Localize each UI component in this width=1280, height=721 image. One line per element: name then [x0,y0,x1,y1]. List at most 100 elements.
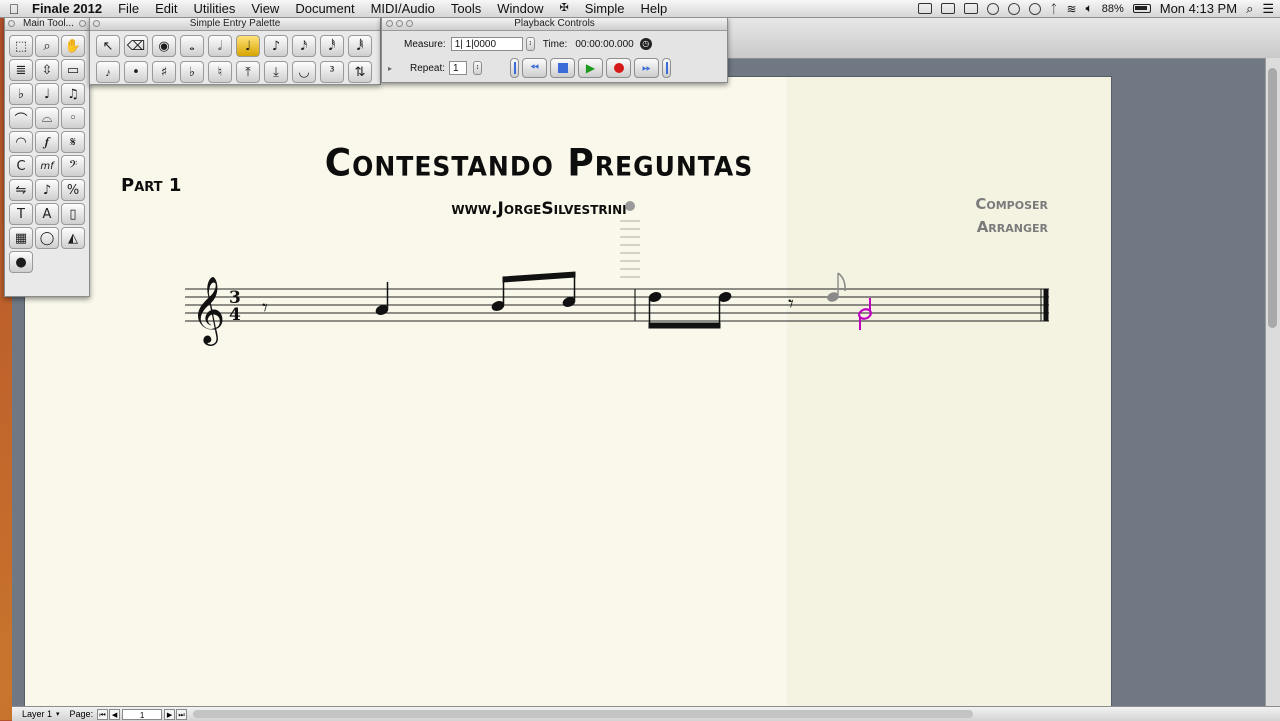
smart-shape-button[interactable]: ⌓ [35,107,59,129]
flat-button[interactable]: ♭ [180,61,204,83]
menu-clock[interactable]: Mon 4:13 PM [1160,1,1237,16]
tuplet-tool-button[interactable]: ⌒ [9,107,33,129]
app-status-icon[interactable] [964,3,979,14]
tuplet-button[interactable]: ³ [320,61,344,83]
selected-note[interactable] [858,298,872,330]
eighth-note-tool-button[interactable]: ♫ [61,83,85,105]
horizontal-scrollbar[interactable] [193,710,974,718]
chord-tool-button[interactable]: C [9,155,33,177]
natural-button[interactable]: ♮ [208,61,232,83]
percent-tool-button[interactable]: % [61,179,85,201]
mf-expression-button[interactable]: mf [35,155,59,177]
music-staff[interactable]: 𝄞 3 4 𝄾 𝄾 [25,77,1113,721]
repeat-stepper[interactable]: ↕ [473,61,483,75]
plugin-tool-button[interactable]: ● [9,251,33,273]
score-page[interactable]: Contestando Preguntas www.JorgeSilvestri… [24,76,1112,720]
dot-button[interactable]: • [124,61,148,83]
treble-clef[interactable]: 𝄞 [191,275,225,346]
layer-popup-chevron-icon[interactable]: ▾ [56,710,60,718]
quarter-note-tool-button[interactable]: ♩ [35,83,59,105]
go-to-start-button[interactable] [510,58,520,78]
playback-controls-titlebar[interactable]: Playback Controls [382,18,727,31]
sixty-fourth-note-button[interactable]: 𝅘𝅥𝅱 [348,35,372,57]
notification-center-icon[interactable]: ☰ [1262,1,1274,17]
menu-document[interactable]: Document [287,0,362,17]
eraser-button[interactable]: ⌫ [124,35,148,57]
rewind-button[interactable]: ⏪︎ [522,58,548,78]
sixteenth-note-button[interactable]: 𝅘𝅥𝅯 [292,35,316,57]
eighth-rest[interactable]: 𝄾 [788,292,794,317]
script-menu-icon[interactable]: ✠ [552,0,577,17]
tie-button[interactable]: ◡ [292,61,316,83]
eighth-note-pair[interactable] [491,271,576,312]
sharp-button[interactable]: ♯ [152,61,176,83]
menu-app-name[interactable]: Finale 2012 [28,1,110,16]
measure-stepper[interactable]: ↕ [525,37,535,51]
palette-close-button[interactable] [8,20,15,27]
menu-midi-audio[interactable]: MIDI/Audio [363,0,443,17]
selection-tool-button[interactable]: ⬚ [9,35,33,57]
menu-tools[interactable]: Tools [443,0,489,17]
clock-icon[interactable]: ◷ [639,38,652,50]
spotlight-search-icon[interactable]: ⌕ [1246,1,1253,17]
go-to-end-button[interactable] [662,58,672,78]
menu-utilities[interactable]: Utilities [185,0,243,17]
playback-minimize-button[interactable] [396,20,403,27]
menu-simple[interactable]: Simple [577,0,633,17]
eighth-note-button[interactable]: ♪ [264,35,288,57]
key-signature-button[interactable]: ♭ [9,83,33,105]
dropbox-icon[interactable] [941,3,956,14]
resize-tool-button[interactable]: ⇳ [35,59,59,81]
articulation-button[interactable]: ◦ [61,107,85,129]
battery-icon[interactable] [1132,4,1151,13]
last-page-button[interactable]: ⏭︎ [176,708,188,720]
layer-popup[interactable]: Layer 1 [22,709,52,719]
volume-icon[interactable]: 🔈︎ [1086,1,1093,16]
repeat-tool-button[interactable]: 𝄋 [61,131,85,153]
menu-file[interactable]: File [110,0,147,17]
staff-tool-button[interactable]: ≣ [9,59,33,81]
lower-step-button[interactable]: ⤓ [264,61,288,83]
page-number-field[interactable]: 1 [122,708,163,720]
vertical-scroll-thumb[interactable] [1268,68,1277,328]
measure-field[interactable]: 1| 1|0000 [450,37,523,51]
eye-button[interactable]: ◉ [152,35,176,57]
previous-page-button[interactable]: ◀︎ [109,708,121,720]
text-tool-button[interactable]: T [9,203,33,225]
bass-clef-button[interactable]: 𝄢 [61,155,85,177]
record-button[interactable] [606,58,632,78]
menu-help[interactable]: Help [632,0,675,17]
graphics-tool-button[interactable]: ◯ [35,227,59,249]
midi-tool-button[interactable]: ▦ [9,227,33,249]
mirror-tool-button[interactable]: ⇋ [9,179,33,201]
menu-view[interactable]: View [243,0,287,17]
time-signature-bottom[interactable]: 4 [229,305,241,325]
slur-tool-button[interactable]: ◠ [9,131,33,153]
main-tool-palette-titlebar[interactable]: Main Tool... [5,18,89,31]
whole-note-button[interactable]: 𝅝 [180,35,204,57]
zoom-tool-button[interactable]: ⌕ [35,35,59,57]
play-button[interactable]: ▶︎ [578,58,604,78]
apple-menu-icon[interactable]:  [0,1,28,17]
vertical-scrollbar[interactable] [1265,58,1280,708]
menu-window[interactable]: Window [489,0,551,17]
special-tools-button[interactable]: ◭ [61,227,85,249]
screen-recorder-icon[interactable] [918,3,933,14]
fast-forward-button[interactable]: ⏩︎ [634,58,660,78]
sync-icon[interactable] [987,2,1000,15]
first-page-button[interactable]: ⏮︎ [97,708,109,720]
measure-tool-button[interactable]: ▭ [61,59,85,81]
eighth-rest[interactable]: 𝄾 [262,296,268,321]
raise-step-button[interactable]: ⤒ [236,61,260,83]
speedy-entry-button[interactable]: ♪ [35,179,59,201]
repeat-field[interactable]: 1 [449,61,468,75]
time-machine-icon[interactable] [1029,2,1042,15]
expand-triangle-icon[interactable]: ▸ [388,64,392,73]
chat-icon[interactable] [1008,2,1021,15]
stop-button[interactable] [550,58,576,78]
quarter-note-button[interactable]: ♩ [236,35,260,57]
half-note-button[interactable]: 𝅗𝅥 [208,35,232,57]
expression-tool-button[interactable]: 𝆑 [35,131,59,153]
hand-grabber-button[interactable]: ✋ [61,35,85,57]
lyrics-tool-button[interactable]: A [35,203,59,225]
